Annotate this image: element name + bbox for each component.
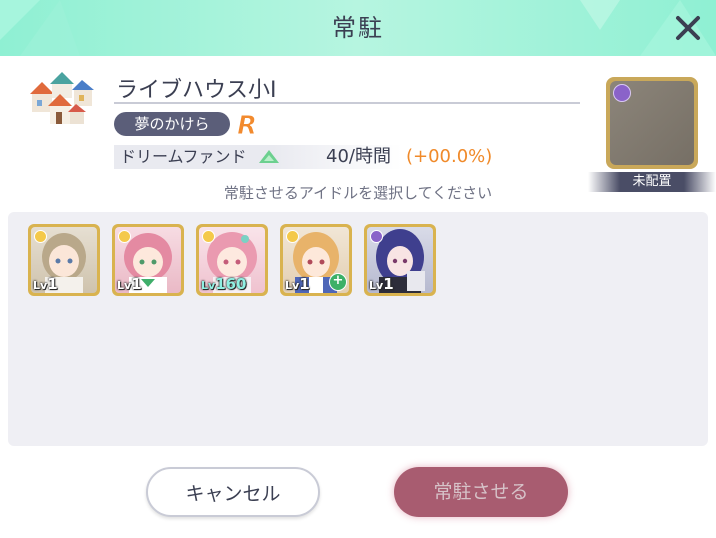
idol-level: Lv1	[117, 275, 142, 293]
idol-portrait: Lv160	[199, 227, 265, 293]
slot-placeholder	[610, 81, 694, 165]
rarity-badge: R	[234, 109, 264, 142]
instruction-text: 常駐させるアイドルを選択してください	[223, 184, 493, 202]
stat-label: ドリームファンド	[120, 147, 247, 166]
idol-level: Lv1	[33, 275, 58, 293]
idol-card[interactable]: Lv1 +	[280, 224, 352, 296]
close-icon	[676, 16, 700, 40]
attribute-icon	[34, 230, 47, 243]
building-name: ライブハウス小Ⅰ	[116, 78, 277, 103]
assign-button[interactable]: 常駐させる	[394, 467, 568, 517]
name-underline	[114, 102, 580, 104]
close-button[interactable]	[668, 8, 708, 48]
cancel-button[interactable]: キャンセル	[146, 467, 320, 517]
attribute-icon	[613, 84, 631, 102]
idol-portrait: Lv1 +	[283, 227, 349, 293]
idol-portrait: Lv1	[115, 227, 181, 293]
idol-level: Lv160	[201, 275, 247, 293]
attribute-icon	[202, 230, 215, 243]
modal-title: 常駐	[332, 14, 384, 42]
houses-icon	[26, 70, 96, 130]
stat-value: 40/時間	[326, 146, 391, 167]
idol-card[interactable]: Lv160	[196, 224, 268, 296]
idol-level: Lv1	[369, 275, 394, 293]
idol-card[interactable]: Lv1	[112, 224, 184, 296]
idol-level: Lv1	[285, 275, 310, 293]
rarity-letter: R	[237, 111, 257, 139]
idol-portrait: Lv1	[367, 227, 433, 293]
attribute-icon	[118, 230, 131, 243]
up-arrow-icon	[258, 149, 280, 165]
group-badge: 夢のかけら	[114, 112, 230, 136]
stat-change: (+00.0%)	[406, 146, 493, 167]
attribute-icon	[370, 230, 383, 243]
idol-card[interactable]: Lv1	[364, 224, 436, 296]
idol-slot[interactable]	[606, 77, 698, 169]
plus-icon: +	[329, 273, 347, 291]
attribute-icon	[286, 230, 299, 243]
idol-portrait: Lv1	[31, 227, 97, 293]
idol-list-panel: Lv1 Lv1 Lv160 Lv1 + Lv1	[8, 212, 708, 446]
modal-header: 常駐	[0, 0, 716, 56]
idol-card[interactable]: Lv1	[28, 224, 100, 296]
